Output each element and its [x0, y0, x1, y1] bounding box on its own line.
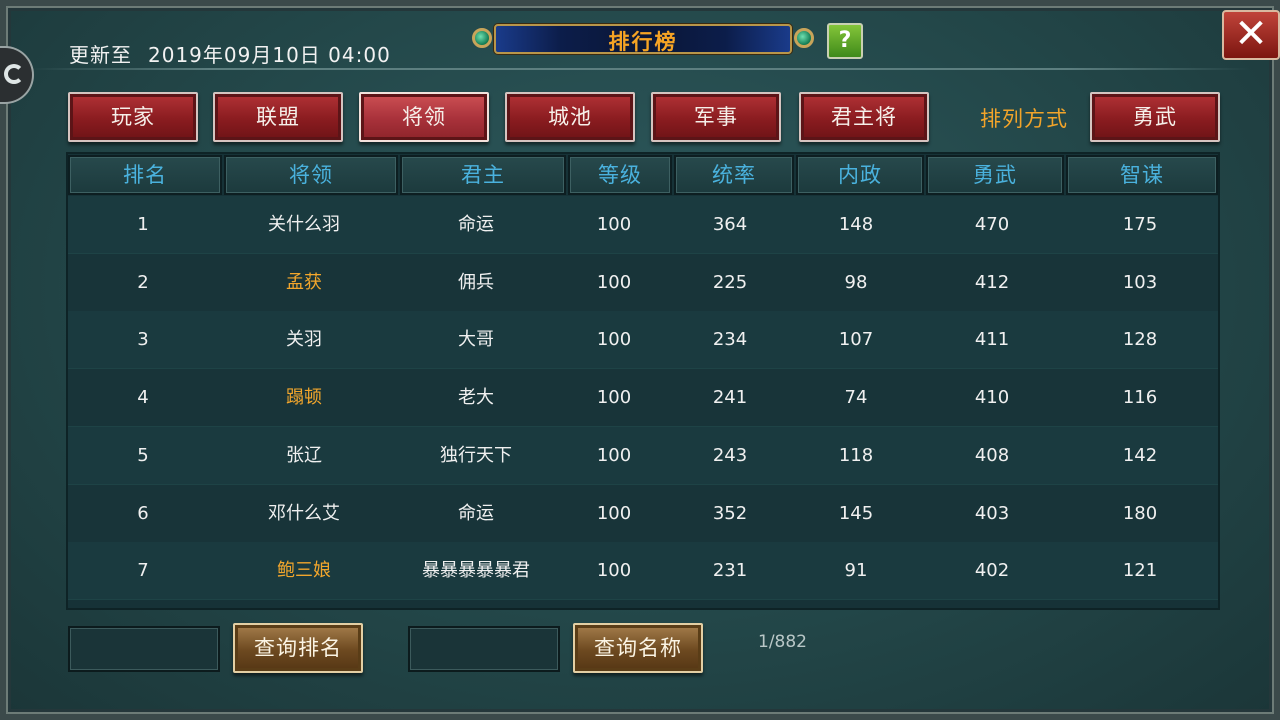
- cell-strategy: 175: [1122, 214, 1158, 235]
- cell-lord: 老大: [458, 387, 494, 409]
- update-info: 更新至 2019年09月10日 04:00: [69, 39, 391, 68]
- cell-strategy: 121: [1122, 560, 1158, 582]
- cell-strategy: 180: [1122, 502, 1158, 524]
- title-banner: 排行榜: [472, 18, 814, 62]
- column-header-level[interactable]: 等级: [568, 155, 672, 195]
- column-header-strategy[interactable]: 智谋: [1066, 155, 1218, 195]
- ranking-table: 排名 将领 君主 等级 统率 内政 勇武 智谋 1 关什么羽 命运 100 364 148…: [66, 152, 1220, 610]
- refresh-icon: [4, 64, 24, 84]
- tab-general[interactable]: 将领: [359, 92, 489, 142]
- cell-strategy: 116: [1122, 387, 1158, 409]
- cell-general: 张辽: [286, 444, 322, 466]
- table-row[interactable]: 4 蹋顿 老大 100 241 74 410 116: [68, 369, 1218, 428]
- tab-alliance[interactable]: 联盟: [213, 92, 343, 142]
- cell-lord: 佣兵: [458, 271, 494, 293]
- cell-general: 关羽: [286, 329, 322, 351]
- name-query-input[interactable]: [408, 626, 560, 672]
- cell-valor: 403: [974, 502, 1010, 524]
- cell-strategy: 142: [1122, 444, 1158, 466]
- table-row[interactable]: 3 关羽 大哥 100 234 107 411 128: [68, 311, 1218, 370]
- cell-valor: 470: [974, 214, 1010, 235]
- query-rank-button[interactable]: 查询排名: [233, 623, 363, 673]
- column-header-rank[interactable]: 排名: [68, 155, 222, 195]
- cell-strategy: 128: [1122, 329, 1158, 351]
- cell-general: 邓什么艾: [268, 502, 340, 524]
- cell-general: 孟获: [286, 271, 322, 293]
- cell-strategy: 103: [1122, 271, 1158, 293]
- column-header-lord[interactable]: 君主: [400, 155, 566, 195]
- cell-rank: 1: [137, 214, 149, 235]
- help-button[interactable]: ?: [827, 23, 863, 59]
- cell-rank: 5: [137, 444, 149, 466]
- cell-rank: 7: [137, 560, 149, 582]
- tab-player[interactable]: 玩家: [68, 92, 198, 142]
- cell-valor: 412: [974, 271, 1010, 293]
- column-header-politics[interactable]: 内政: [796, 155, 924, 195]
- page-title: 排行榜: [608, 30, 678, 54]
- update-label: 更新至: [69, 43, 132, 67]
- cell-lord: 暴暴暴暴暴君: [422, 560, 530, 582]
- update-time: 2019年09月10日 04:00: [148, 43, 391, 67]
- table-header: 排名 将领 君主 等级 统率 内政 勇武 智谋: [68, 154, 1218, 196]
- cell-valor: 411: [974, 329, 1010, 351]
- close-button[interactable]: ✕: [1222, 10, 1280, 60]
- cell-lord: 独行天下: [440, 444, 512, 466]
- column-header-command[interactable]: 统率: [674, 155, 794, 195]
- cell-general: 关什么羽: [268, 214, 340, 235]
- ranking-window: 更新至 2019年09月10日 04:00 排行榜 ? ✕ 玩家 联盟 将领 城池…: [0, 0, 1280, 720]
- table-row[interactable]: 2 孟获 佣兵 100 225 98 412 103: [68, 253, 1218, 312]
- table-row[interactable]: 1 关什么羽 命运 100 364 148 470 175: [68, 196, 1218, 254]
- cell-lord: 大哥: [458, 329, 494, 351]
- cell-rank: 2: [137, 271, 149, 293]
- cell-valor: 402: [974, 560, 1010, 582]
- query-name-button[interactable]: 查询名称: [573, 623, 703, 673]
- cell-valor: 410: [974, 387, 1010, 409]
- cell-lord: 命运: [458, 214, 494, 235]
- cell-general: 鲍三娘: [277, 560, 331, 582]
- tab-lord-general[interactable]: 君主将: [799, 92, 929, 142]
- cell-valor: 408: [974, 444, 1010, 466]
- side-menu-tab[interactable]: [0, 46, 34, 104]
- sort-select-button[interactable]: 勇武: [1090, 92, 1220, 142]
- sort-label: 排列方式: [980, 107, 1068, 131]
- table-row[interactable]: 6 邓什么艾 命运 100 352 145 403 180: [68, 484, 1218, 543]
- cell-rank: 3: [137, 329, 149, 351]
- cell-lord: 命运: [458, 502, 494, 524]
- page-indicator: 1/882: [758, 632, 807, 652]
- tab-city[interactable]: 城池: [505, 92, 635, 142]
- table-row[interactable]: 7 鲍三娘 暴暴暴暴暴君 100 231 91 402 121: [68, 542, 1218, 601]
- table-row[interactable]: 5 张辽 独行天下 100 243 118 408 142: [68, 426, 1218, 485]
- cell-general: 蹋顿: [286, 387, 322, 409]
- cell-rank: 6: [137, 502, 149, 524]
- rank-query-input[interactable]: [68, 626, 220, 672]
- tab-military[interactable]: 军事: [651, 92, 781, 142]
- column-header-valor[interactable]: 勇武: [926, 155, 1064, 195]
- column-header-general[interactable]: 将领: [224, 155, 398, 195]
- cell-rank: 4: [137, 387, 149, 409]
